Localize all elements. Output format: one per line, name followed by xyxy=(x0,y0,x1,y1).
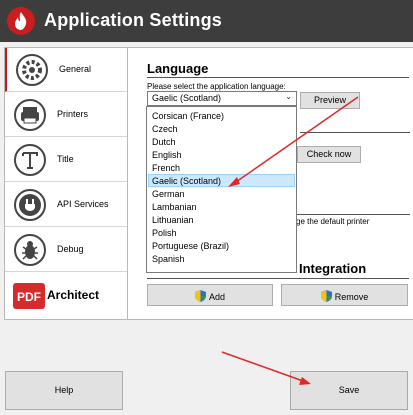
help-button[interactable]: Help xyxy=(5,371,123,410)
sidebar-item-general[interactable]: General xyxy=(5,48,127,92)
flame-icon xyxy=(7,7,35,35)
check-now-button[interactable]: Check now xyxy=(297,146,361,163)
sidebar-item-label: Title xyxy=(57,154,74,164)
bug-icon xyxy=(14,234,46,266)
save-button[interactable]: Save xyxy=(290,371,408,410)
sidebar-item-title[interactable]: Title xyxy=(5,138,127,182)
dropdown-option[interactable]: Czech xyxy=(148,122,295,135)
plug-icon xyxy=(14,189,46,221)
dropdown-option[interactable]: German xyxy=(148,187,295,200)
add-button[interactable]: Add xyxy=(147,284,273,306)
section-divider xyxy=(147,77,409,78)
sidebar-item-printers[interactable]: Printers xyxy=(5,93,127,137)
section-divider xyxy=(296,214,410,215)
language-select[interactable]: Gaelic (Scotland) ⌄ xyxy=(147,91,297,106)
title-bar: Application Settings xyxy=(0,0,413,42)
dropdown-option[interactable]: Corsican (France) xyxy=(148,109,295,122)
gear-icon xyxy=(16,54,48,86)
shield-icon xyxy=(320,290,332,302)
remove-button[interactable]: Remove xyxy=(281,284,408,306)
language-dropdown-list[interactable]: Corsican (France) Czech Dutch English Fr… xyxy=(146,106,297,273)
shield-icon xyxy=(194,290,206,302)
brand-name: Architect xyxy=(47,288,100,302)
sidebar: General Printers Title API Services Debu… xyxy=(4,47,128,320)
section-divider xyxy=(300,132,410,133)
dropdown-option[interactable]: Portuguese (Brazil) xyxy=(148,239,295,252)
remove-button-label: Remove xyxy=(334,292,369,302)
pdf-architect-logo: PDF Architect xyxy=(5,274,127,316)
sidebar-item-label: Debug xyxy=(57,244,84,254)
sidebar-item-label: API Services xyxy=(57,199,109,209)
dropdown-option[interactable]: French xyxy=(148,161,295,174)
chevron-down-icon: ⌄ xyxy=(285,92,292,101)
pdf-logo-icon: PDF xyxy=(13,283,45,309)
dropdown-option[interactable]: Polish xyxy=(148,226,295,239)
sidebar-item-debug[interactable]: Debug xyxy=(5,228,127,272)
dropdown-option-selected[interactable]: Gaelic (Scotland) xyxy=(148,174,295,187)
window-title: Application Settings xyxy=(44,10,223,30)
sidebar-item-api-services[interactable]: API Services xyxy=(5,183,127,227)
pdf-mark-text: PDF xyxy=(17,290,41,304)
integration-heading: Integration xyxy=(299,261,367,276)
dropdown-option[interactable]: Lambanian xyxy=(148,200,295,213)
dropdown-option[interactable]: English xyxy=(148,148,295,161)
sidebar-item-label: General xyxy=(59,64,92,74)
language-heading: Language xyxy=(147,61,209,76)
preview-button[interactable]: Preview xyxy=(300,92,360,109)
language-select-value: Gaelic (Scotland) xyxy=(152,93,222,103)
dropdown-option[interactable]: Dutch xyxy=(148,135,295,148)
dropdown-option[interactable]: Lithuanian xyxy=(148,213,295,226)
sidebar-item-label: Printers xyxy=(57,109,89,119)
add-button-label: Add xyxy=(208,292,225,302)
printer-icon xyxy=(14,99,46,131)
title-icon xyxy=(14,144,46,176)
language-hint: Please select the application language: xyxy=(147,82,286,91)
printer-hint: ge the default printer xyxy=(296,217,370,226)
dropdown-option[interactable]: Spanish xyxy=(148,252,295,265)
section-divider xyxy=(147,278,409,279)
